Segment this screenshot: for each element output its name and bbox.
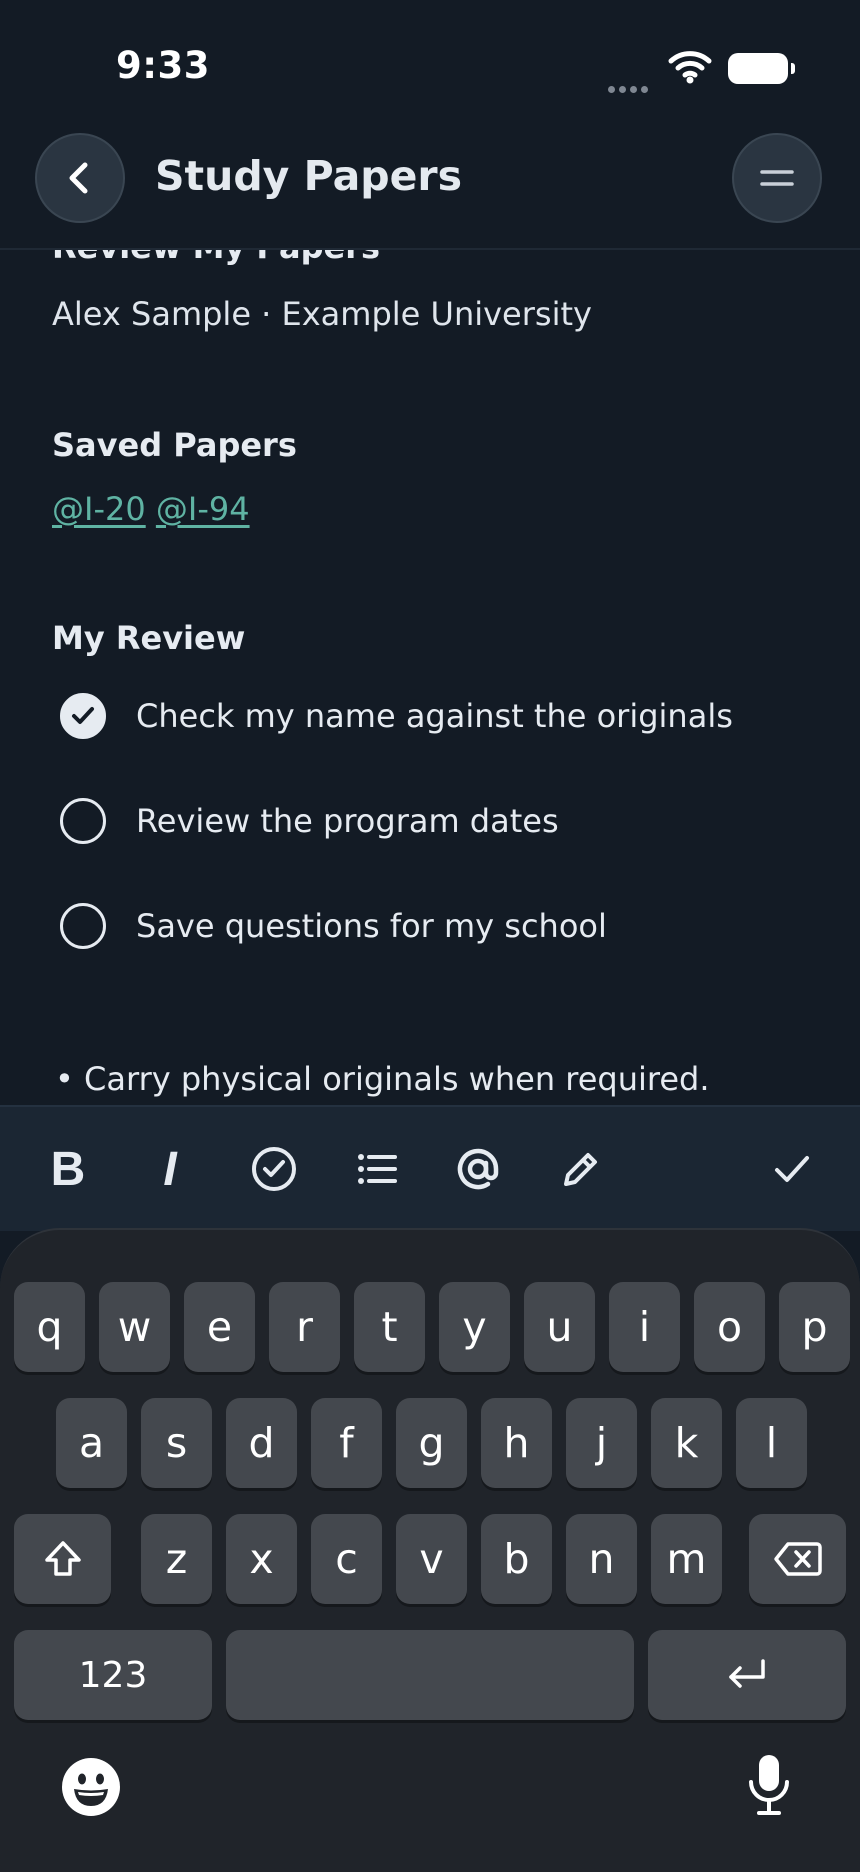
todo-item[interactable]: Review the program dates: [60, 798, 559, 844]
key-m[interactable]: m: [651, 1514, 722, 1604]
done-check-icon: [775, 1156, 809, 1182]
italic-label: I: [163, 1142, 177, 1196]
wifi-icon: [668, 50, 712, 88]
key-s[interactable]: s: [141, 1398, 212, 1488]
key-r[interactable]: r: [269, 1282, 340, 1372]
shift-icon: [44, 1541, 81, 1576]
todo-item[interactable]: Check my name against the originals: [60, 693, 733, 739]
return-icon: [729, 1659, 765, 1688]
emoji-icon: [62, 1758, 120, 1816]
key-q[interactable]: q: [14, 1282, 85, 1372]
note-heading: Review My Papers: [52, 248, 380, 266]
mention-link[interactable]: @I-94: [156, 490, 250, 528]
key-t[interactable]: t: [354, 1282, 425, 1372]
page-title: Study Papers: [155, 152, 463, 200]
italic-button[interactable]: I: [140, 1139, 200, 1199]
return-key[interactable]: [648, 1630, 846, 1720]
status-time: 9:33: [116, 44, 211, 87]
key-v[interactable]: v: [396, 1514, 467, 1604]
key-p[interactable]: p: [779, 1282, 850, 1372]
numbers-key[interactable]: 123: [14, 1630, 212, 1720]
checkbox-empty-icon[interactable]: [60, 903, 106, 949]
my-review-heading: My Review: [52, 619, 246, 657]
cellular-signal-icon: [608, 78, 652, 97]
saved-papers-heading: Saved Papers: [52, 426, 297, 464]
emoji-button[interactable]: [60, 1756, 122, 1822]
key-i[interactable]: i: [609, 1282, 680, 1372]
menu-button[interactable]: [732, 133, 822, 223]
delete-key[interactable]: [749, 1514, 846, 1604]
key-j[interactable]: j: [566, 1398, 637, 1488]
todo-text: Review the program dates: [136, 802, 559, 840]
checkbox-checked-icon[interactable]: [60, 693, 106, 739]
status-bar: 9:33: [0, 0, 860, 130]
dictation-button[interactable]: [746, 1752, 792, 1822]
key-w[interactable]: w: [99, 1282, 170, 1372]
menu-icon: [760, 170, 794, 186]
todo-item[interactable]: Save questions for my school: [60, 903, 607, 949]
bold-label: B: [50, 1142, 86, 1196]
key-y[interactable]: y: [439, 1282, 510, 1372]
draw-button[interactable]: [551, 1139, 611, 1199]
key-d[interactable]: d: [226, 1398, 297, 1488]
space-key[interactable]: [226, 1630, 634, 1720]
todo-text: Save questions for my school: [136, 907, 607, 945]
checkbox-empty-icon[interactable]: [60, 798, 106, 844]
key-l[interactable]: l: [736, 1398, 807, 1488]
key-c[interactable]: c: [311, 1514, 382, 1604]
checklist-button[interactable]: [244, 1139, 304, 1199]
key-o[interactable]: o: [694, 1282, 765, 1372]
checkbox-icon: [252, 1147, 296, 1191]
mention-link[interactable]: @I-20: [52, 490, 146, 528]
done-button[interactable]: [762, 1139, 822, 1199]
todo-text: Check my name against the originals: [136, 697, 733, 735]
format-toolbar: B I: [0, 1105, 860, 1231]
key-f[interactable]: f: [311, 1398, 382, 1488]
note-editor[interactable]: Review My Papers Alex Sample · Example U…: [0, 248, 860, 1105]
battery-icon: [728, 53, 795, 84]
mention-button[interactable]: [448, 1139, 508, 1199]
key-k[interactable]: k: [651, 1398, 722, 1488]
mentions-line: @I-20 @I-94: [52, 490, 250, 528]
delete-icon: [773, 1542, 822, 1576]
pencil-icon: [564, 1153, 597, 1186]
key-u[interactable]: u: [524, 1282, 595, 1372]
chevron-left-icon: [69, 162, 88, 194]
key-e[interactable]: e: [184, 1282, 255, 1372]
bullet-item: • Carry physical originals when required…: [55, 1060, 710, 1098]
microphone-icon: [749, 1755, 789, 1815]
list-icon: [358, 1154, 397, 1184]
nav-bar: Study Papers: [0, 130, 860, 250]
key-n[interactable]: n: [566, 1514, 637, 1604]
key-z[interactable]: z: [141, 1514, 212, 1604]
key-x[interactable]: x: [226, 1514, 297, 1604]
list-button[interactable]: [347, 1139, 407, 1199]
key-b[interactable]: b: [481, 1514, 552, 1604]
note-subtitle: Alex Sample · Example University: [52, 295, 592, 333]
key-g[interactable]: g: [396, 1398, 467, 1488]
at-icon: [457, 1148, 499, 1190]
key-a[interactable]: a: [56, 1398, 127, 1488]
back-button[interactable]: [35, 133, 125, 223]
shift-key[interactable]: [14, 1514, 111, 1604]
bold-button[interactable]: B: [38, 1139, 98, 1199]
keyboard: q w e r t y u i o p a s d f g h j k l z …: [0, 1228, 860, 1872]
key-h[interactable]: h: [481, 1398, 552, 1488]
